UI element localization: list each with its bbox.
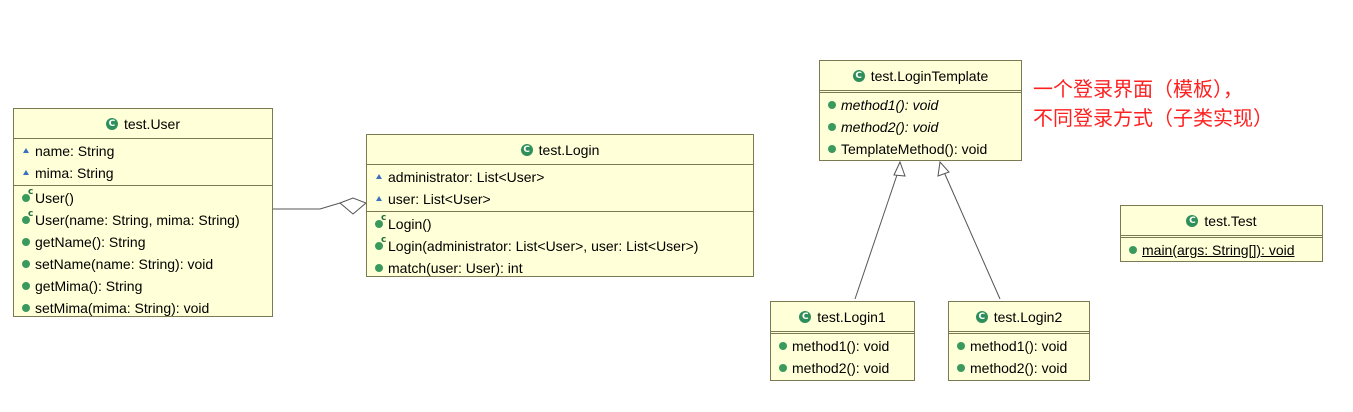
class-icon: C (852, 69, 865, 82)
method-row[interactable]: method1(): void (949, 335, 1089, 357)
method-row[interactable]: method1(): void (771, 335, 914, 357)
class-header: C test.LoginTemplate (820, 61, 1021, 93)
class-header: C test.Login2 (949, 302, 1089, 334)
method-row[interactable]: c User() (14, 187, 272, 209)
attributes-section: administrator: List<User> user: List<Use… (367, 165, 753, 212)
public-method-icon (957, 357, 970, 379)
static-method-row[interactable]: main(args: String[]): void (1121, 239, 1322, 261)
method-row[interactable]: method2(): void (949, 357, 1089, 379)
class-icon: C (105, 117, 118, 130)
class-header: C test.Login (367, 135, 753, 165)
class-box-login1[interactable]: C test.Login1 method1(): void method2():… (770, 301, 915, 381)
methods-section: main(args: String[]): void (1121, 238, 1322, 262)
class-name: test.Login2 (993, 308, 1063, 325)
abstract-method-row[interactable]: method2(): void (820, 116, 1021, 138)
public-method-icon (828, 94, 841, 116)
method-row[interactable]: getMima(): String (14, 275, 272, 297)
method-row[interactable]: match(user: User): int (367, 257, 753, 279)
aggregation-line-user-login[interactable] (272, 202, 341, 210)
class-icon: C (799, 310, 812, 323)
public-method-icon (779, 335, 792, 357)
methods-section: method1(): void method2(): void Template… (820, 93, 1021, 161)
methods-section: c User() c User(name: String, mima: String… (14, 186, 272, 320)
public-method-icon (957, 335, 970, 357)
class-box-user[interactable]: C test.User name: String mima: String cU… (13, 108, 273, 317)
class-icon: C (520, 143, 533, 156)
public-method-icon (779, 357, 792, 379)
inheritance-line-login1[interactable] (854, 171, 899, 300)
package-visibility-icon (22, 162, 35, 184)
class-icon: C (1186, 214, 1199, 227)
inheritance-arrowhead-login2 (937, 160, 950, 177)
method-row[interactable]: c User(name: String, mima: String) (14, 209, 272, 231)
package-visibility-icon (375, 188, 388, 210)
public-method-icon (1129, 239, 1142, 261)
public-method-icon (22, 253, 35, 275)
method-row[interactable]: setMima(mima: String): void (14, 297, 272, 319)
aggregation-diamond (339, 197, 367, 215)
attribute-row[interactable]: user: List<User> (367, 188, 753, 210)
methods-section: c Login() c Login(administrator: List<User… (367, 212, 753, 280)
constructor-icon: c (22, 209, 35, 231)
method-row[interactable]: c Login() (367, 213, 753, 235)
class-header: C test.User (14, 109, 272, 139)
constructor-icon: c (22, 187, 35, 209)
package-visibility-icon (22, 140, 35, 162)
attributes-section: name: String mima: String (14, 139, 272, 186)
abstract-method-row[interactable]: method1(): void (820, 94, 1021, 116)
attribute-row[interactable]: name: String (14, 140, 272, 162)
inheritance-arrowhead-login1 (893, 160, 906, 177)
method-row[interactable]: method2(): void (771, 357, 914, 379)
methods-section: method1(): void method2(): void (949, 334, 1089, 380)
public-method-icon (22, 297, 35, 319)
note-line: 不同登录方式（子类实现） (1033, 106, 1273, 130)
class-name: test.Test (1204, 212, 1257, 229)
class-name: test.Login (538, 141, 600, 158)
attribute-row[interactable]: mima: String (14, 162, 272, 184)
annotation-note: 一个登录界面（模板）， 不同登录方式（子类实现） (1033, 75, 1273, 133)
class-icon: C (975, 310, 988, 323)
class-box-login-template[interactable]: C test.LoginTemplate method1(): void met… (819, 60, 1022, 161)
note-line: 一个登录界面（模板）， (1033, 77, 1243, 101)
public-method-icon (828, 138, 841, 160)
class-name: test.LoginTemplate (870, 67, 989, 84)
public-method-icon (22, 231, 35, 253)
methods-section: method1(): void method2(): void (771, 334, 914, 380)
class-box-login2[interactable]: C test.Login2 method1(): void method2():… (948, 301, 1090, 381)
class-header: C test.Login1 (771, 302, 914, 334)
class-name: test.User (123, 115, 180, 132)
class-name: test.Login1 (817, 308, 886, 325)
method-row[interactable]: TemplateMethod(): void (820, 138, 1021, 160)
public-method-icon (22, 275, 35, 297)
public-method-icon (375, 257, 388, 279)
class-header: C test.Test (1121, 206, 1322, 238)
package-visibility-icon (375, 166, 388, 188)
class-box-test[interactable]: C test.Test main(args: String[]): void (1120, 205, 1323, 262)
public-method-icon (828, 116, 841, 138)
inheritance-line-login2[interactable] (943, 171, 1001, 300)
attribute-row[interactable]: administrator: List<User> (367, 166, 753, 188)
method-row[interactable]: c Login(administrator: List<User>, user: … (367, 235, 753, 257)
class-box-login[interactable]: C test.Login administrator: List<User> u… (366, 134, 754, 277)
constructor-icon: c (375, 213, 388, 235)
method-row[interactable]: getName(): String (14, 231, 272, 253)
method-row[interactable]: setName(name: String): void (14, 253, 272, 275)
constructor-icon: c (375, 235, 388, 257)
